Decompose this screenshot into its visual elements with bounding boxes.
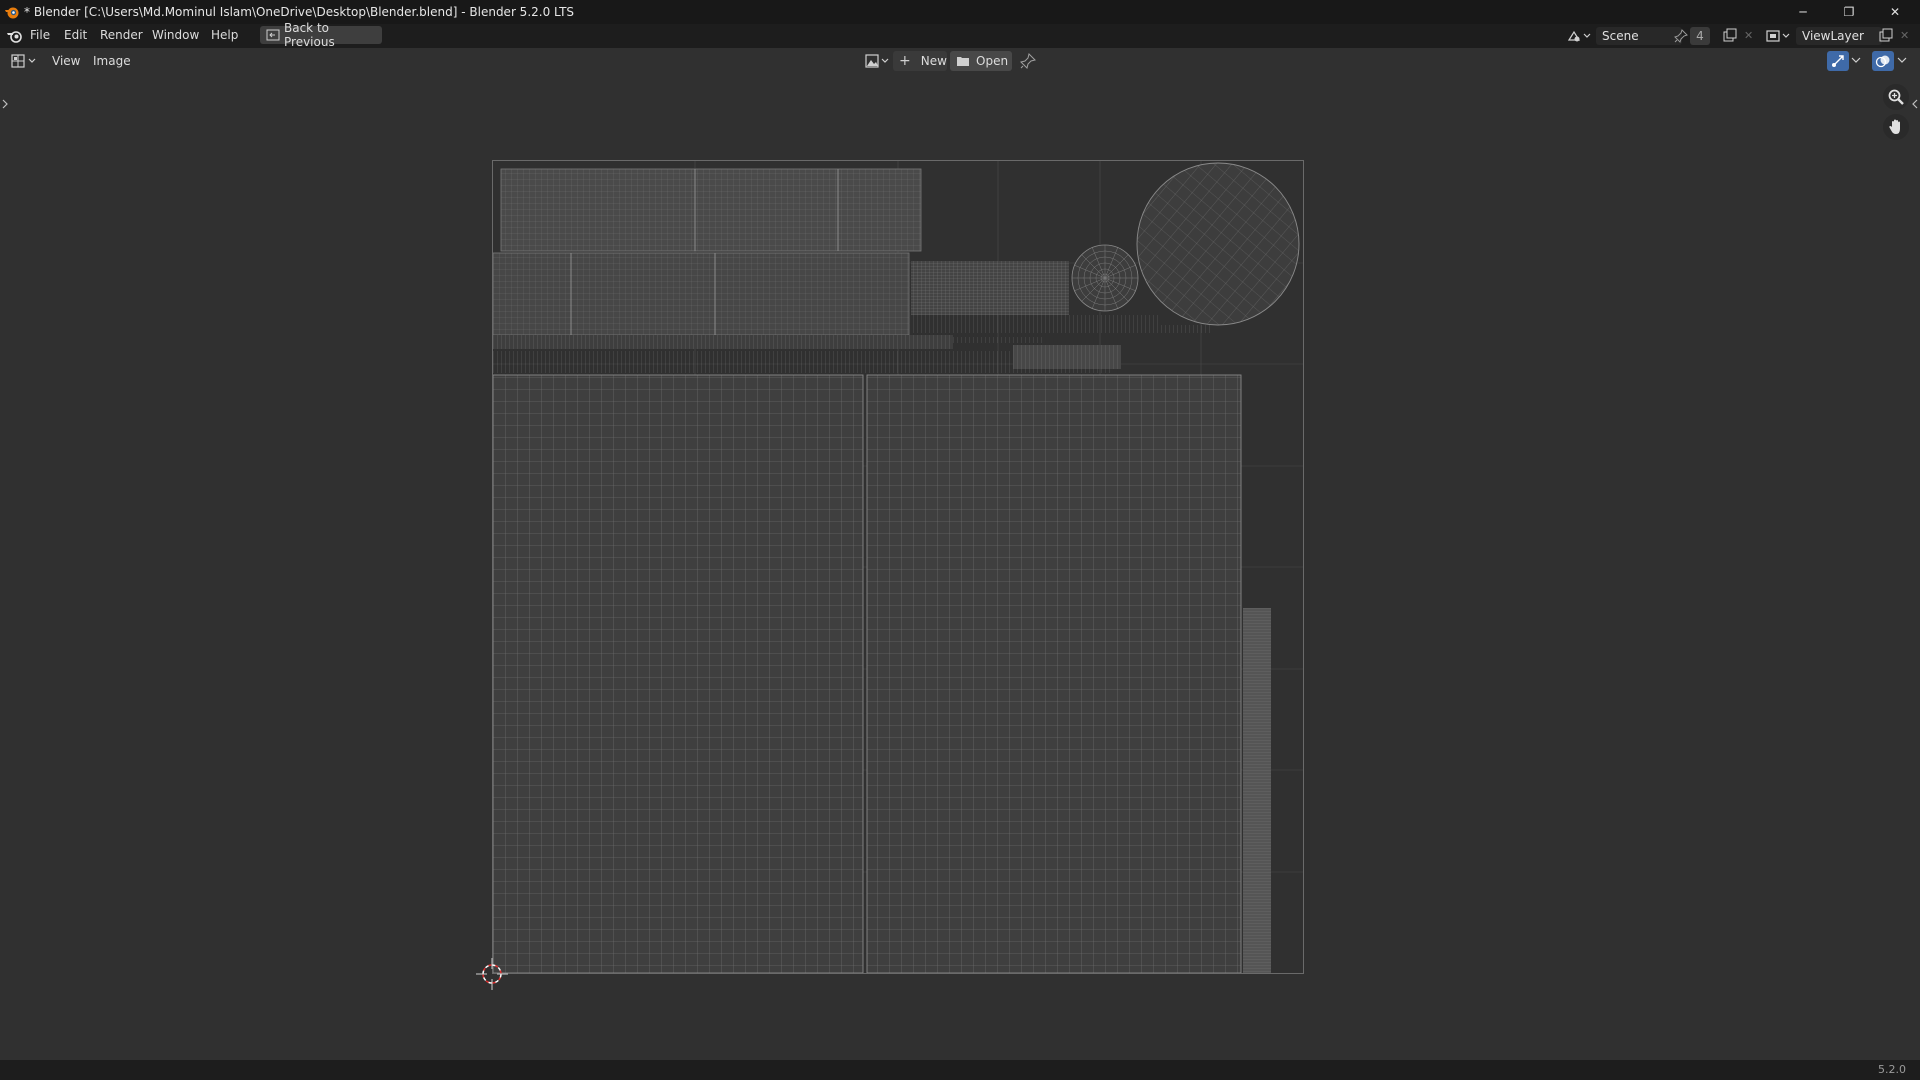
overlay-toggle-button[interactable] (1872, 51, 1894, 71)
image-icon (865, 54, 889, 68)
pan-button[interactable] (1883, 114, 1909, 140)
maximize-button[interactable]: ❐ (1826, 0, 1872, 24)
open-image-button[interactable]: Open (950, 51, 1012, 71)
close-button[interactable]: ✕ (1872, 0, 1918, 24)
menu-help[interactable]: Help (211, 28, 238, 42)
window-title: * Blender [C:\Users\Md.Mominul Islam\One… (24, 5, 575, 19)
version-label: 5.2.0 (1878, 1063, 1906, 1076)
back-to-previous-button[interactable]: Back to Previous (260, 21, 382, 49)
viewlayer-browse-button[interactable] (1765, 27, 1793, 45)
gizmo-icon (1832, 55, 1844, 67)
scene-name-field[interactable]: Scene (1596, 27, 1682, 45)
status-bar (0, 1060, 1920, 1080)
zoom-icon (1888, 89, 1904, 105)
menu-view[interactable]: View (52, 51, 80, 71)
menu-window[interactable]: Window (152, 28, 199, 42)
menu-edit[interactable]: Edit (64, 28, 87, 42)
back-to-previous-label: Back to Previous (284, 21, 335, 49)
menu-render[interactable]: Render (100, 28, 143, 42)
viewlayer-name-field[interactable]: ViewLayer (1796, 27, 1882, 45)
gizmo-dropdown-icon[interactable] (1851, 55, 1861, 65)
open-image-label: Open (976, 54, 1009, 68)
uv-island-strip-b[interactable] (911, 315, 1211, 333)
hand-icon (1889, 119, 1900, 134)
menu-image[interactable]: Image (93, 51, 131, 71)
pin-scene-icon[interactable] (1674, 29, 1688, 43)
uv-island-vertical-strip[interactable] (1243, 608, 1271, 973)
scene-name: Scene (1602, 29, 1639, 43)
sidebar-expand-icon[interactable] (1911, 98, 1919, 110)
uv-editor-icon (11, 54, 36, 68)
scene-users-count: 4 (1690, 27, 1710, 45)
close-icon: ✕ (1889, 5, 1901, 19)
scene-icon (1567, 30, 1591, 42)
uv-island-long-strips[interactable] (493, 335, 1121, 373)
folder-icon (957, 57, 969, 66)
blender-logo-icon (4, 4, 20, 20)
overlay-dropdown-icon[interactable] (1897, 55, 1907, 65)
2d-cursor-icon[interactable] (476, 958, 508, 990)
minimize-icon: ─ (1799, 5, 1807, 19)
toolbar-expand-icon[interactable] (1, 98, 9, 110)
blender-menu-icon[interactable] (6, 28, 24, 44)
uv-island-panel-left[interactable] (493, 374, 864, 973)
uv-island-top-box[interactable] (500, 168, 922, 252)
back-icon (266, 29, 280, 41)
new-scene-icon[interactable] (1722, 28, 1738, 44)
delete-viewlayer-icon[interactable]: ✕ (1900, 29, 1909, 42)
overlay-icon (1875, 55, 1890, 68)
uv-sync-selection-button[interactable] (1827, 51, 1849, 71)
minimize-button[interactable]: ─ (1780, 0, 1826, 24)
uv-island-panel-right[interactable] (866, 374, 1242, 973)
new-image-button[interactable]: + New (893, 51, 947, 71)
uv-island-small-circle[interactable] (1071, 244, 1139, 312)
uv-island-strip-a[interactable] (911, 261, 1069, 315)
uv-layout[interactable] (493, 161, 1303, 973)
menu-file[interactable]: File (30, 28, 50, 42)
viewlayer-name: ViewLayer (1802, 29, 1864, 43)
scene-browse-button[interactable] (1565, 27, 1593, 45)
restore-icon: ❐ (1843, 5, 1855, 19)
zoom-button[interactable] (1883, 84, 1909, 110)
pin-icon[interactable] (1020, 53, 1036, 69)
plus-icon: + (899, 53, 911, 69)
viewlayer-icon (1766, 30, 1790, 42)
delete-scene-icon[interactable]: ✕ (1744, 29, 1753, 42)
editor-type-button[interactable] (10, 51, 40, 71)
image-browse-button[interactable] (864, 51, 892, 71)
new-image-label: New (920, 54, 947, 68)
uv-image-bounds[interactable] (492, 160, 1304, 974)
new-viewlayer-icon[interactable] (1878, 28, 1894, 44)
uv-island-second-box[interactable] (493, 252, 910, 336)
